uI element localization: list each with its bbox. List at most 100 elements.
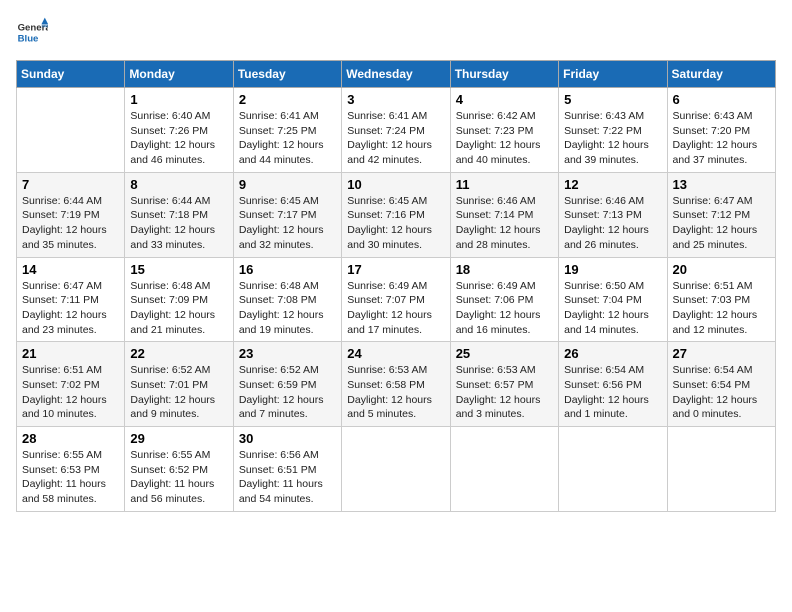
weekday-header-thursday: Thursday — [450, 61, 558, 88]
day-number: 25 — [456, 346, 553, 361]
calendar-table: SundayMondayTuesdayWednesdayThursdayFrid… — [16, 60, 776, 512]
calendar-cell: 1Sunrise: 6:40 AMSunset: 7:26 PMDaylight… — [125, 88, 233, 173]
day-number: 18 — [456, 262, 553, 277]
calendar-cell: 25 Sunrise: 6:53 AMSunset: 6:57 PMDayligh… — [450, 342, 558, 427]
calendar-header-row: SundayMondayTuesdayWednesdayThursdayFrid… — [17, 61, 776, 88]
calendar-cell: 27 Sunrise: 6:54 AMSunset: 6:54 PMDayligh… — [667, 342, 775, 427]
calendar-week-row: 14 Sunrise: 6:47 AMSunset: 7:11 PMDayligh… — [17, 257, 776, 342]
calendar-cell: 5 Sunrise: 6:43 AMSunset: 7:22 PMDaylight… — [559, 88, 667, 173]
calendar-cell: 6 Sunrise: 6:43 AMSunset: 7:20 PMDaylight… — [667, 88, 775, 173]
day-info: Sunrise: 6:45 AMSunset: 7:17 PMDaylight:… — [239, 194, 336, 253]
day-info: Sunrise: 6:52 AMSunset: 7:01 PMDaylight:… — [130, 363, 227, 422]
weekday-header-tuesday: Tuesday — [233, 61, 341, 88]
day-info: Sunrise: 6:41 AMSunset: 7:25 PMDaylight:… — [239, 109, 336, 168]
day-number: 10 — [347, 177, 444, 192]
day-number: 15 — [130, 262, 227, 277]
weekday-header-wednesday: Wednesday — [342, 61, 450, 88]
day-number: 21 — [22, 346, 119, 361]
day-info: Sunrise: 6:54 AMSunset: 6:54 PMDaylight:… — [673, 363, 770, 422]
day-number: 22 — [130, 346, 227, 361]
calendar-cell: 18 Sunrise: 6:49 AMSunset: 7:06 PMDayligh… — [450, 257, 558, 342]
day-info: Sunrise: 6:48 AMSunset: 7:09 PMDaylight:… — [130, 279, 227, 338]
day-info: Sunrise: 6:49 AMSunset: 7:07 PMDaylight:… — [347, 279, 444, 338]
calendar-cell: 14 Sunrise: 6:47 AMSunset: 7:11 PMDayligh… — [17, 257, 125, 342]
calendar-cell: 23 Sunrise: 6:52 AMSunset: 6:59 PMDayligh… — [233, 342, 341, 427]
weekday-header-saturday: Saturday — [667, 61, 775, 88]
day-info: Sunrise: 6:50 AMSunset: 7:04 PMDaylight:… — [564, 279, 661, 338]
day-number: 17 — [347, 262, 444, 277]
calendar-cell — [17, 88, 125, 173]
day-info: Sunrise: 6:51 AMSunset: 7:03 PMDaylight:… — [673, 279, 770, 338]
day-number: 12 — [564, 177, 661, 192]
calendar-cell: 24 Sunrise: 6:53 AMSunset: 6:58 PMDayligh… — [342, 342, 450, 427]
day-number: 14 — [22, 262, 119, 277]
day-number: 23 — [239, 346, 336, 361]
weekday-header-sunday: Sunday — [17, 61, 125, 88]
day-number: 5 — [564, 92, 661, 107]
calendar-cell: 11 Sunrise: 6:46 AMSunset: 7:14 PMDayligh… — [450, 172, 558, 257]
calendar-cell — [342, 427, 450, 512]
day-number: 13 — [673, 177, 770, 192]
day-info: Sunrise: 6:47 AMSunset: 7:12 PMDaylight:… — [673, 194, 770, 253]
day-number: 16 — [239, 262, 336, 277]
day-info: Sunrise: 6:45 AMSunset: 7:16 PMDaylight:… — [347, 194, 444, 253]
day-info: Sunrise: 6:52 AMSunset: 6:59 PMDaylight:… — [239, 363, 336, 422]
day-number: 24 — [347, 346, 444, 361]
calendar-cell: 7 Sunrise: 6:44 AMSunset: 7:19 PMDaylight… — [17, 172, 125, 257]
day-number: 30 — [239, 431, 336, 446]
day-number: 19 — [564, 262, 661, 277]
calendar-cell: 30Sunrise: 6:56 AMSunset: 6:51 PMDayligh… — [233, 427, 341, 512]
day-number: 29 — [130, 431, 227, 446]
calendar-week-row: 28 Sunrise: 6:55 AMSunset: 6:53 PMDayligh… — [17, 427, 776, 512]
calendar-cell: 15 Sunrise: 6:48 AMSunset: 7:09 PMDayligh… — [125, 257, 233, 342]
day-info: Sunrise: 6:41 AMSunset: 7:24 PMDaylight:… — [347, 109, 444, 168]
day-info: Sunrise: 6:44 AMSunset: 7:19 PMDaylight:… — [22, 194, 119, 253]
day-number: 26 — [564, 346, 661, 361]
calendar-cell: 10 Sunrise: 6:45 AMSunset: 7:16 PMDayligh… — [342, 172, 450, 257]
day-info: Sunrise: 6:42 AMSunset: 7:23 PMDaylight:… — [456, 109, 553, 168]
calendar-cell: 3 Sunrise: 6:41 AMSunset: 7:24 PMDaylight… — [342, 88, 450, 173]
calendar-body: 1Sunrise: 6:40 AMSunset: 7:26 PMDaylight… — [17, 88, 776, 512]
day-number: 6 — [673, 92, 770, 107]
calendar-cell: 21 Sunrise: 6:51 AMSunset: 7:02 PMDayligh… — [17, 342, 125, 427]
calendar-cell: 22 Sunrise: 6:52 AMSunset: 7:01 PMDayligh… — [125, 342, 233, 427]
day-info: Sunrise: 6:47 AMSunset: 7:11 PMDaylight:… — [22, 279, 119, 338]
svg-text:Blue: Blue — [18, 34, 39, 45]
calendar-cell: 28 Sunrise: 6:55 AMSunset: 6:53 PMDayligh… — [17, 427, 125, 512]
calendar-cell: 2 Sunrise: 6:41 AMSunset: 7:25 PMDaylight… — [233, 88, 341, 173]
day-number: 27 — [673, 346, 770, 361]
day-number: 8 — [130, 177, 227, 192]
day-info: Sunrise: 6:43 AMSunset: 7:20 PMDaylight:… — [673, 109, 770, 168]
day-info: Sunrise: 6:46 AMSunset: 7:13 PMDaylight:… — [564, 194, 661, 253]
calendar-cell: 16 Sunrise: 6:48 AMSunset: 7:08 PMDayligh… — [233, 257, 341, 342]
day-info: Sunrise: 6:40 AMSunset: 7:26 PMDaylight:… — [130, 109, 227, 168]
day-info: Sunrise: 6:53 AMSunset: 6:58 PMDaylight:… — [347, 363, 444, 422]
day-number: 11 — [456, 177, 553, 192]
day-info: Sunrise: 6:49 AMSunset: 7:06 PMDaylight:… — [456, 279, 553, 338]
calendar-cell: 19 Sunrise: 6:50 AMSunset: 7:04 PMDayligh… — [559, 257, 667, 342]
day-number: 20 — [673, 262, 770, 277]
day-info: Sunrise: 6:46 AMSunset: 7:14 PMDaylight:… — [456, 194, 553, 253]
day-info: Sunrise: 6:51 AMSunset: 7:02 PMDaylight:… — [22, 363, 119, 422]
calendar-cell — [450, 427, 558, 512]
day-number: 3 — [347, 92, 444, 107]
page-header: General Blue — [16, 16, 776, 48]
calendar-cell: 4Sunrise: 6:42 AMSunset: 7:23 PMDaylight… — [450, 88, 558, 173]
calendar-cell: 29 Sunrise: 6:55 AMSunset: 6:52 PMDayligh… — [125, 427, 233, 512]
day-info: Sunrise: 6:43 AMSunset: 7:22 PMDaylight:… — [564, 109, 661, 168]
calendar-cell — [559, 427, 667, 512]
day-info: Sunrise: 6:55 AMSunset: 6:53 PMDaylight:… — [22, 448, 119, 507]
day-info: Sunrise: 6:55 AMSunset: 6:52 PMDaylight:… — [130, 448, 227, 507]
day-info: Sunrise: 6:53 AMSunset: 6:57 PMDaylight:… — [456, 363, 553, 422]
day-number: 7 — [22, 177, 119, 192]
day-info: Sunrise: 6:44 AMSunset: 7:18 PMDaylight:… — [130, 194, 227, 253]
logo-icon: General Blue — [16, 16, 48, 48]
day-number: 2 — [239, 92, 336, 107]
weekday-header-friday: Friday — [559, 61, 667, 88]
day-info: Sunrise: 6:48 AMSunset: 7:08 PMDaylight:… — [239, 279, 336, 338]
day-number: 28 — [22, 431, 119, 446]
day-number: 9 — [239, 177, 336, 192]
logo: General Blue — [16, 16, 48, 48]
calendar-week-row: 21 Sunrise: 6:51 AMSunset: 7:02 PMDayligh… — [17, 342, 776, 427]
calendar-week-row: 7 Sunrise: 6:44 AMSunset: 7:19 PMDaylight… — [17, 172, 776, 257]
